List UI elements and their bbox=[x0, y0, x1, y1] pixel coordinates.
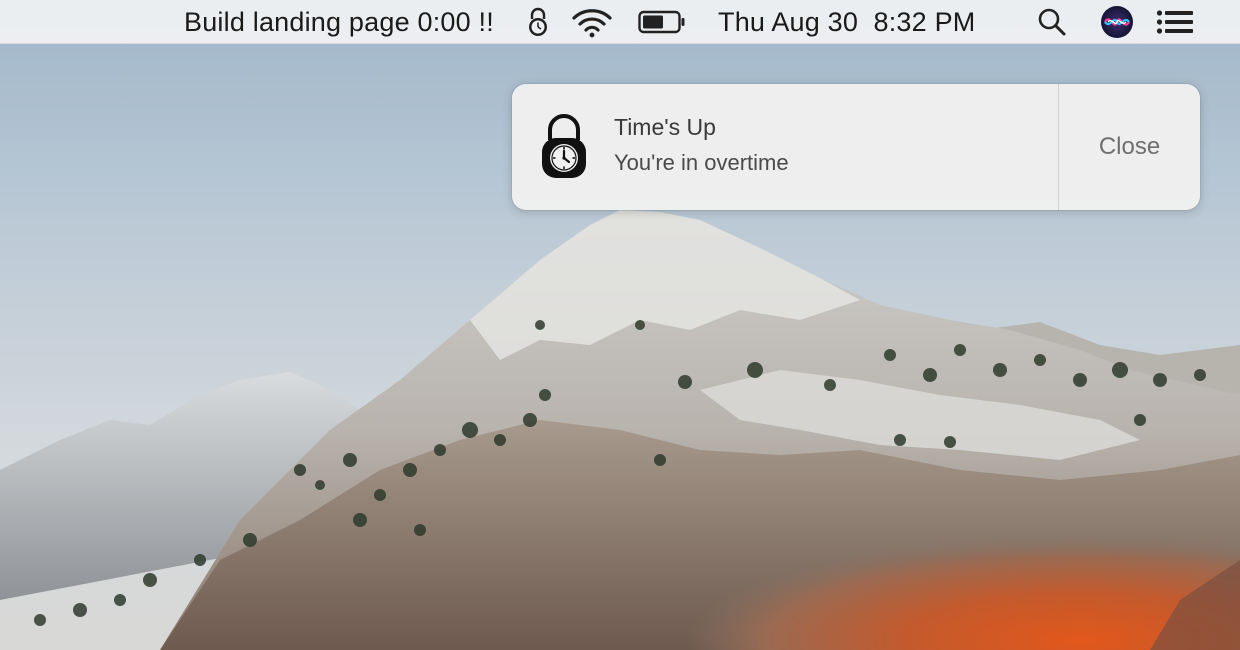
siri-icon[interactable] bbox=[1100, 0, 1134, 44]
search-icon[interactable] bbox=[1036, 0, 1068, 44]
battery-icon[interactable] bbox=[638, 0, 686, 44]
notification-title: Time's Up bbox=[614, 114, 716, 140]
desktop: Build landing page 0:00 !! Thu Aug 30 8:… bbox=[0, 0, 1240, 650]
list-icon[interactable] bbox=[1156, 0, 1194, 44]
clock-menu-item[interactable]: Thu Aug 30 8:32 PM bbox=[718, 0, 975, 44]
menu-bar: Build landing page 0:00 !! Thu Aug 30 8:… bbox=[0, 0, 1240, 44]
lock-clock-icon bbox=[540, 112, 588, 180]
notification-banner[interactable]: Time's Up You're in overtime Close bbox=[512, 84, 1200, 210]
clock-label: Thu Aug 30 8:32 PM bbox=[718, 6, 976, 37]
lock-clock-icon[interactable] bbox=[526, 0, 550, 44]
wifi-icon[interactable] bbox=[570, 0, 614, 44]
timer-menu-item[interactable]: Build landing page 0:00 !! bbox=[184, 0, 494, 44]
notification-body: You're in overtime bbox=[614, 150, 789, 175]
timer-label: Build landing page 0:00 !! bbox=[184, 6, 494, 37]
close-button[interactable]: Close bbox=[1059, 84, 1200, 210]
